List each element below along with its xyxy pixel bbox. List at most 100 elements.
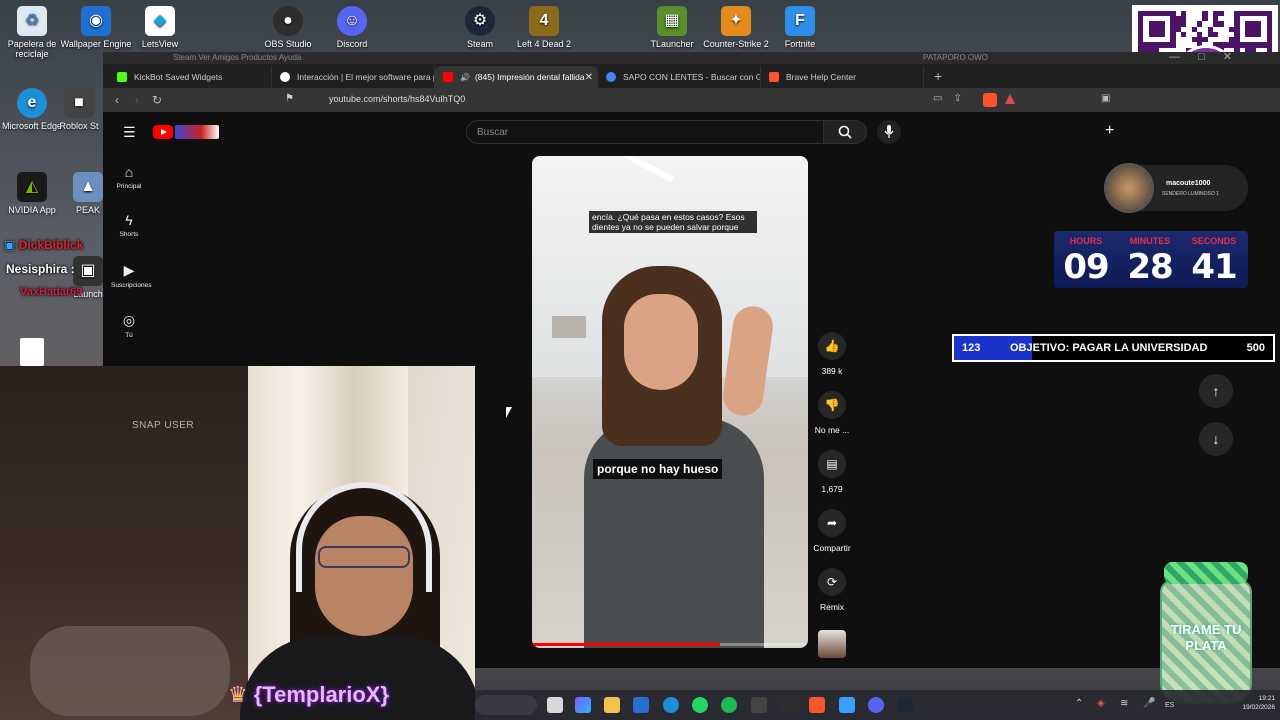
discord-taskbar-icon[interactable]	[868, 697, 884, 713]
file-explorer-icon[interactable]	[604, 697, 620, 713]
desktop-icon-nvidia[interactable]: ◭ NVIDIA App	[0, 172, 68, 215]
share-button[interactable]: ➦ Compartir	[808, 509, 856, 553]
tab-interaccion[interactable]: Interacción | El mejor software para p	[272, 66, 435, 88]
store-icon[interactable]	[633, 697, 649, 713]
tab-google-search[interactable]: SAPO CON LENTES - Buscar con Goo	[598, 66, 761, 88]
app-icon[interactable]	[751, 697, 767, 713]
desktop-icon-cs2[interactable]: ✦ Counter-Strike 2	[700, 6, 772, 49]
comments-button[interactable]: ▤ 1,679	[808, 450, 856, 494]
desktop-icon-peak[interactable]: ▲ PEAK	[68, 172, 108, 215]
tray-network-icon[interactable]: ≋	[1120, 698, 1128, 709]
thumbs-up-icon: 👍	[818, 332, 846, 360]
brave-taskbar-icon[interactable]	[809, 697, 825, 713]
next-short-button[interactable]: ↓	[1199, 422, 1233, 456]
snap-camera-label: SNAP USER	[132, 420, 195, 431]
voice-search-button[interactable]	[877, 120, 901, 144]
new-tab-button[interactable]: +	[924, 68, 952, 88]
wallpaper-engine-icon: ◉	[81, 6, 111, 36]
search-input[interactable]: Buscar	[466, 120, 824, 144]
peak-icon: ▲	[73, 172, 103, 202]
timer-hours-value: 09	[1063, 247, 1109, 287]
spotify-icon[interactable]	[721, 697, 737, 713]
shorts-video-player[interactable]: encía. ¿Qué pasa en estos casos? Esos di…	[532, 156, 808, 648]
bookmark-icon[interactable]: ⚑	[285, 93, 294, 104]
streamer-name-label: ♛ {TemplarioX}	[228, 682, 390, 707]
brave-favicon-icon	[769, 72, 779, 82]
desktop-icon-steam[interactable]: ⚙ Steam	[444, 6, 516, 49]
remix-icon: ⟳	[818, 568, 846, 596]
sidebar-item-subscriptions[interactable]: ▶ Suscripciones	[111, 262, 151, 289]
search-icon	[838, 125, 852, 139]
discord-icon: ☺	[337, 6, 367, 36]
tray-chevron-icon[interactable]: ⌃	[1075, 698, 1083, 709]
copilot-icon[interactable]	[575, 697, 591, 713]
desktop-file-icon[interactable]	[20, 338, 44, 366]
sidebar-toggle-icon[interactable]: ▣	[1101, 93, 1110, 104]
previous-short-button[interactable]: ↑	[1199, 374, 1233, 408]
obs-taskbar-icon[interactable]	[780, 697, 796, 713]
goal-current: 123	[962, 342, 981, 354]
arrow-down-icon: ↓	[1212, 431, 1220, 447]
desktop-icon-discord[interactable]: ☺ Discord	[316, 6, 388, 49]
tray-language[interactable]: ES	[1165, 702, 1174, 709]
desktop-icon-wallpaper-engine[interactable]: ◉ Wallpaper Engine	[60, 6, 132, 49]
nvidia-icon: ◭	[17, 172, 47, 202]
tab-youtube-short[interactable]: 🔊 (845) Impresión dental fallida ✕	[435, 66, 598, 88]
desktop-icon-recycle-bin[interactable]: ♻ Papelera de reciclaje	[0, 6, 68, 59]
channel-avatar-thumbnail[interactable]	[818, 630, 846, 658]
brave-rewards-icon[interactable]	[1005, 94, 1015, 104]
timer-minutes-label: MINUTES	[1129, 236, 1171, 246]
forward-icon[interactable]: ›	[127, 93, 147, 107]
sidebar-item-shorts[interactable]: ϟ Shorts	[111, 212, 147, 238]
jar-text: TIRAME TU PLATA	[1170, 622, 1242, 653]
sidebar-item-home[interactable]: ⌂ Principal	[111, 164, 147, 190]
like-button[interactable]: 👍 389 k	[808, 332, 856, 376]
tab-brave-help[interactable]: Brave Help Center	[761, 66, 924, 88]
taskbar-search[interactable]	[475, 695, 537, 715]
close-tab-icon[interactable]: ✕	[585, 72, 593, 83]
video-progress-bar[interactable]	[532, 643, 808, 646]
tray-mic-icon[interactable]: 🎤	[1143, 698, 1155, 709]
youtube-logo-icon[interactable]	[153, 125, 173, 139]
remix-button[interactable]: ⟳ Remix	[808, 568, 856, 612]
desktop-icon-tlauncher[interactable]: ▦ TLauncher	[636, 6, 708, 49]
brave-shield-icon[interactable]	[983, 93, 997, 107]
interaccion-favicon-icon	[280, 72, 290, 82]
subscriptions-icon: ▶	[123, 262, 135, 278]
create-icon[interactable]: +	[1105, 122, 1114, 140]
desktop-icon-left4dead[interactable]: 4 Left 4 Dead 2	[508, 6, 580, 49]
url-field[interactable]: youtube.com/shorts/hs84VuIhTQ0	[329, 94, 465, 104]
desktop-icon-obs[interactable]: ● OBS Studio	[252, 6, 324, 49]
steam-taskbar-icon[interactable]	[897, 697, 913, 713]
person-body	[584, 418, 764, 648]
sidebar-item-you[interactable]: ◎ Tú	[111, 312, 147, 339]
follower-subtitle: SENDERO LUMINOSO 1	[1162, 191, 1219, 197]
notepad-icon[interactable]	[839, 697, 855, 713]
window-controls[interactable]: —□✕	[1169, 50, 1250, 63]
tip-jar-overlay: TIRAME TU PLATA	[1160, 556, 1252, 706]
menu-icon[interactable]: ☰	[123, 124, 136, 141]
toolbar-icons[interactable]: ▭⇪	[933, 93, 973, 104]
shorts-icon: ϟ	[125, 212, 133, 228]
desktop-icon-letsview[interactable]: ◆ LetsView	[124, 6, 196, 49]
back-icon[interactable]: ‹	[107, 93, 127, 107]
audio-playing-icon[interactable]: 🔊	[460, 73, 470, 82]
person-face	[624, 294, 698, 390]
tab-kickbot[interactable]: KickBot Saved Widgets	[109, 66, 272, 88]
desktop-icon-fortnite[interactable]: F Fortnite	[764, 6, 836, 49]
tray-app-icon[interactable]: ◈	[1097, 698, 1105, 709]
whatsapp-icon[interactable]	[692, 697, 708, 713]
desktop-icon-roblox[interactable]: ■ Roblox St	[54, 88, 104, 131]
chat-line-3: VaxHadar69	[20, 286, 83, 298]
youtube-doodle[interactable]	[175, 125, 219, 139]
dislike-button[interactable]: 👎 No me ...	[808, 391, 856, 435]
crown-icon: ♛	[228, 682, 248, 707]
follower-name: macoute1000	[1166, 180, 1211, 187]
taskbar: ⌃ ◈ ≋ 🎤 ES 19:21 19/02/2026	[475, 690, 1280, 720]
search-button[interactable]	[823, 120, 867, 144]
task-view-icon[interactable]	[547, 697, 563, 713]
taskbar-clock[interactable]: 19:21 19/02/2026	[1235, 694, 1275, 712]
reload-icon[interactable]: ↻	[147, 93, 167, 107]
edge-taskbar-icon[interactable]	[663, 697, 679, 713]
chat-line-1: ▣ DickBiblick	[4, 238, 84, 252]
